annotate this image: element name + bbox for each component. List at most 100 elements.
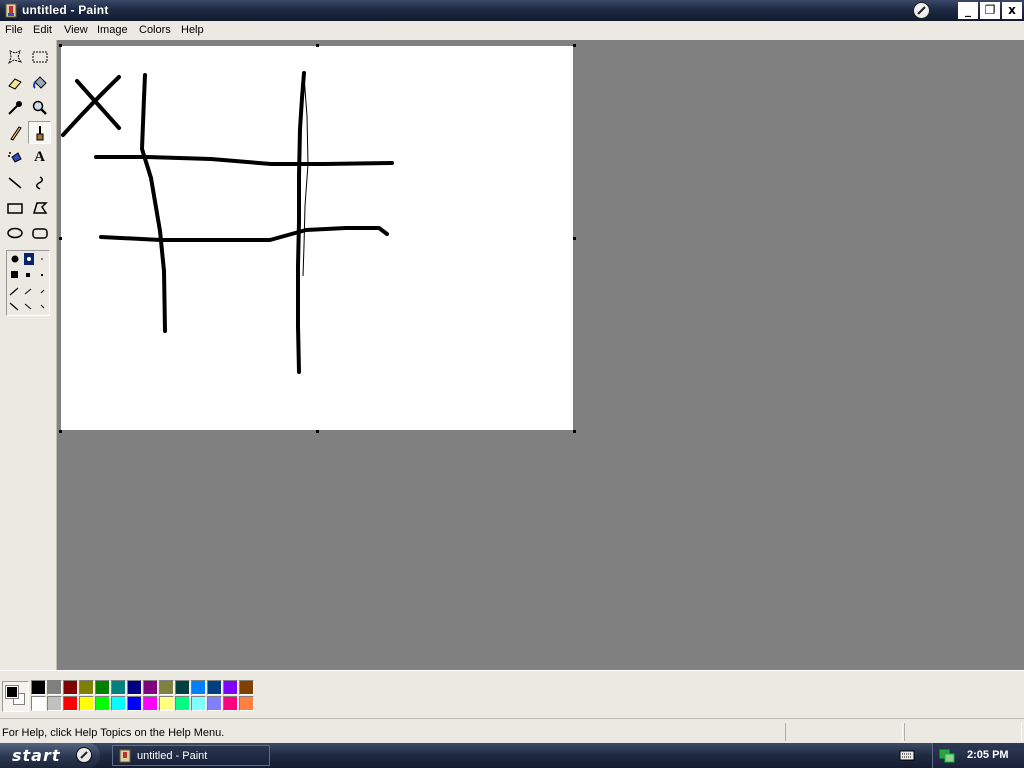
rect-select-tool[interactable]	[28, 45, 51, 68]
menu-bar: File Edit View Image Colors Help	[0, 21, 1024, 40]
brush-round-small-icon	[41, 258, 43, 260]
palette-swatch[interactable]	[159, 696, 174, 711]
brush-square-medium-icon	[26, 273, 30, 277]
pick-color-tool[interactable]	[3, 96, 26, 119]
taskbar-button-paint[interactable]: untitled - Paint	[112, 745, 270, 766]
menu-view[interactable]: View	[62, 23, 90, 37]
palette-swatch[interactable]	[239, 696, 254, 711]
palette-swatch[interactable]	[191, 696, 206, 711]
palette-swatch[interactable]	[111, 680, 126, 695]
line-icon	[8, 176, 21, 189]
resize-handle-corner[interactable]	[573, 430, 576, 433]
network-icon[interactable]	[939, 747, 955, 763]
system-tray: 2:05 PM	[932, 743, 1024, 768]
eraser-icon	[7, 77, 22, 90]
clock[interactable]: 2:05 PM	[967, 749, 1009, 761]
brush-tool[interactable]	[28, 121, 51, 144]
palette-swatch[interactable]	[175, 680, 190, 695]
palette-swatch[interactable]	[175, 696, 190, 711]
start-label: start	[12, 746, 61, 765]
ellipse-icon	[6, 227, 23, 238]
palette-swatch[interactable]	[223, 696, 238, 711]
palette-swatch[interactable]	[95, 696, 110, 711]
brush-square-large-icon	[11, 271, 18, 278]
restore-button[interactable]: ❐	[980, 2, 1000, 19]
resize-handle	[573, 44, 576, 47]
minimize-button[interactable]: _	[958, 2, 978, 19]
fill-tool[interactable]	[28, 71, 51, 94]
close-button[interactable]: x	[1002, 2, 1022, 19]
resize-handle-bottom[interactable]	[316, 430, 319, 433]
palette-swatch[interactable]	[223, 680, 238, 695]
magnifier-tool[interactable]	[28, 96, 51, 119]
paint-app-icon	[5, 3, 17, 18]
rounded-rectangle-icon	[31, 227, 48, 239]
palette-swatch[interactable]	[47, 680, 62, 695]
status-pane-coords	[785, 723, 903, 741]
palette-swatch[interactable]	[127, 680, 142, 695]
help-orb-icon[interactable]	[913, 2, 930, 19]
menu-edit[interactable]: Edit	[31, 23, 54, 37]
color-palette	[31, 680, 255, 712]
menu-colors[interactable]: Colors	[137, 23, 173, 37]
palette-swatch[interactable]	[95, 680, 110, 695]
resize-handle-right[interactable]	[573, 237, 576, 240]
line-tool[interactable]	[3, 171, 26, 194]
brush-square-small-icon	[41, 274, 43, 276]
status-bar: For Help, click Help Topics on the Help …	[0, 718, 1024, 743]
palette-swatch[interactable]	[31, 696, 46, 711]
palette-swatch[interactable]	[63, 680, 78, 695]
eraser-tool[interactable]	[3, 71, 26, 94]
foreground-color	[5, 685, 19, 699]
palette-swatch[interactable]	[191, 680, 206, 695]
palette-swatch[interactable]	[63, 696, 78, 711]
text-tool[interactable]: A	[28, 146, 51, 169]
curve-icon	[35, 175, 43, 190]
eyedropper-icon	[7, 100, 22, 115]
palette-swatch[interactable]	[143, 680, 158, 695]
palette-swatch[interactable]	[47, 696, 62, 711]
airbrush-icon	[7, 151, 22, 163]
menu-help[interactable]: Help	[179, 23, 206, 37]
paint-app-icon	[119, 749, 131, 763]
drawing-canvas[interactable]	[61, 46, 573, 430]
polygon-tool[interactable]	[28, 196, 51, 219]
curve-tool[interactable]	[28, 171, 51, 194]
airbrush-tool[interactable]	[3, 146, 26, 169]
rounded-rectangle-tool[interactable]	[28, 221, 51, 244]
pencil-tool[interactable]	[3, 121, 26, 144]
taskbar: start untitled - Paint 2:05 PM	[0, 743, 1024, 768]
palette-swatch[interactable]	[111, 696, 126, 711]
palette-swatch[interactable]	[207, 680, 222, 695]
magnifier-icon	[32, 100, 47, 115]
workspace	[58, 40, 1024, 670]
start-orb-icon	[76, 747, 92, 763]
pencil-icon	[9, 125, 22, 141]
fill-bucket-icon	[32, 75, 47, 89]
start-button[interactable]: start	[0, 743, 100, 768]
palette-swatch[interactable]	[79, 696, 94, 711]
menu-image[interactable]: Image	[95, 23, 130, 37]
palette-swatch[interactable]	[79, 680, 94, 695]
keyboard-icon[interactable]	[899, 748, 915, 762]
palette-swatch[interactable]	[239, 680, 254, 695]
free-form-select-tool[interactable]	[3, 45, 26, 68]
palette-swatch[interactable]	[127, 696, 142, 711]
menu-file[interactable]: File	[3, 23, 25, 37]
window-title: untitled - Paint	[22, 3, 109, 17]
status-pane-size	[904, 723, 1022, 741]
resize-handle	[59, 44, 62, 47]
current-colors[interactable]	[2, 681, 29, 712]
palette-swatch[interactable]	[207, 696, 222, 711]
free-form-select-icon	[7, 49, 22, 64]
color-box	[0, 670, 1024, 718]
brush-shape-options[interactable]	[6, 250, 50, 316]
palette-swatch[interactable]	[143, 696, 158, 711]
brush-icon	[36, 125, 43, 140]
palette-swatch[interactable]	[31, 680, 46, 695]
palette-swatch[interactable]	[159, 680, 174, 695]
ellipse-tool[interactable]	[3, 221, 26, 244]
rectangle-tool[interactable]	[3, 196, 26, 219]
title-bar[interactable]: untitled - Paint _ ❐ x	[0, 0, 1024, 21]
resize-handle	[59, 430, 62, 433]
